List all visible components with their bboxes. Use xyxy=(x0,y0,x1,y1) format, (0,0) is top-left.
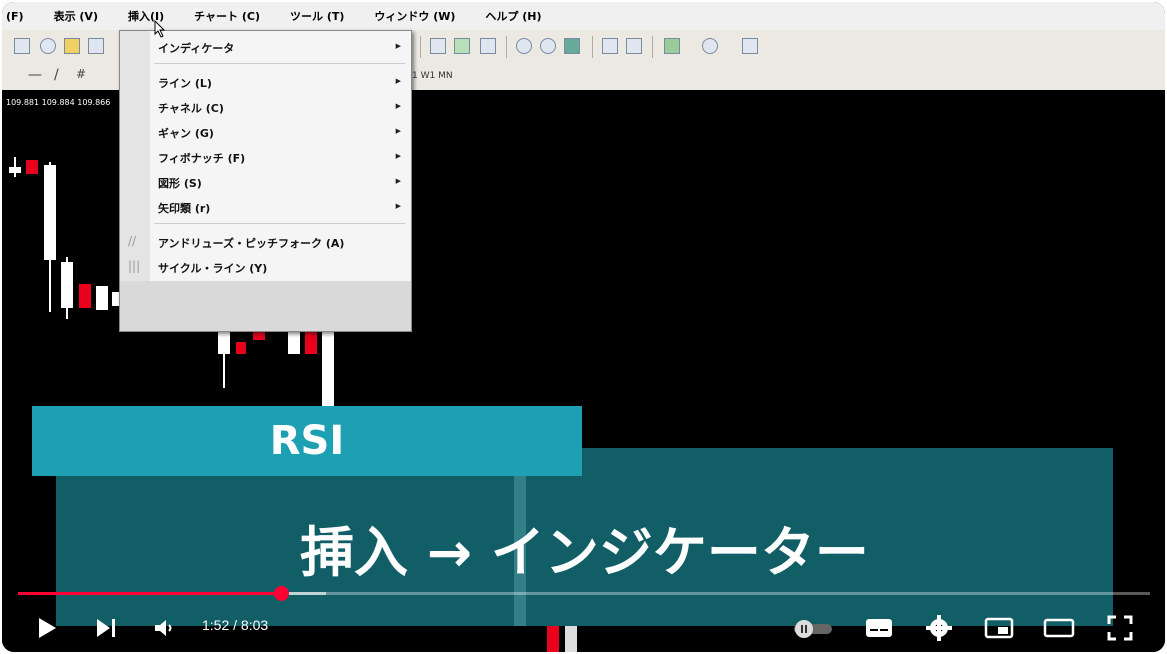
menu-item-fibonacci[interactable]: フィボナッチ (F) xyxy=(158,150,245,166)
menu-item-channels[interactable]: チャネル (C) xyxy=(158,100,224,116)
menu-item-lines[interactable]: ライン (L) xyxy=(158,75,212,91)
indicators-icon[interactable] xyxy=(664,38,680,54)
submenu-arrow-icon: ▶ xyxy=(395,102,401,110)
menu-tools[interactable]: ツール (T) xyxy=(290,8,344,24)
folder-icon[interactable] xyxy=(64,38,80,54)
bar-chart-icon[interactable] xyxy=(430,38,446,54)
zoom-in-icon[interactable] xyxy=(516,38,532,54)
gann-icon[interactable]: # xyxy=(76,67,86,81)
timeframe-buttons[interactable]: 1 W1 MN xyxy=(412,71,453,81)
submenu-arrow-icon: ▶ xyxy=(395,42,401,50)
autoscroll-icon[interactable] xyxy=(626,38,642,54)
candle xyxy=(44,165,56,260)
crosshair-icon[interactable] xyxy=(40,38,56,54)
candle xyxy=(96,286,108,310)
candle xyxy=(61,262,73,308)
pitchfork-icon: // xyxy=(128,234,137,248)
candle xyxy=(26,160,38,174)
tile-windows-icon[interactable] xyxy=(564,38,580,54)
scrubber-handle[interactable] xyxy=(274,586,289,601)
candle xyxy=(547,626,559,652)
submenu-arrow-icon: ▶ xyxy=(395,152,401,160)
templates-icon[interactable] xyxy=(742,38,758,54)
submenu-arrow-icon: ▶ xyxy=(395,177,401,185)
play-icon[interactable] xyxy=(36,616,58,640)
candle xyxy=(9,167,21,173)
zoom-out-icon[interactable] xyxy=(540,38,556,54)
price-labels: 109.881 109.884 109.866 xyxy=(6,98,111,107)
mouse-cursor-icon xyxy=(154,20,166,38)
candlestick-icon[interactable] xyxy=(454,38,470,54)
theater-mode-icon[interactable] xyxy=(1042,616,1076,640)
menu-bar: (F) 表示 (V) 挿入(I) チャート (C) ツール (T) ウィンドウ … xyxy=(2,2,1165,30)
settings-gear-icon[interactable] xyxy=(925,614,953,642)
menu-item-shapes[interactable]: 図形 (S) xyxy=(158,175,202,191)
progress-played xyxy=(18,592,281,595)
candle xyxy=(236,342,246,354)
window-icon[interactable] xyxy=(88,38,104,54)
menu-item-andrews-pitchfork[interactable]: アンドリューズ・ピッチフォーク (A) xyxy=(158,235,344,251)
subtitles-icon[interactable] xyxy=(864,616,894,640)
submenu-arrow-icon: ▶ xyxy=(395,77,401,85)
volume-icon[interactable] xyxy=(152,616,176,640)
candle xyxy=(565,626,577,652)
insert-menu-dropdown: インディケータ ▶ ライン (L) ▶ チャネル (C) ▶ ギャン (G) ▶… xyxy=(119,30,412,332)
new-chart-icon[interactable] xyxy=(14,38,30,54)
trendline-icon[interactable]: / xyxy=(54,67,59,83)
submenu-arrow-icon: ▶ xyxy=(395,127,401,135)
next-icon[interactable] xyxy=(94,616,118,640)
submenu-arrow-icon: ▶ xyxy=(395,202,401,210)
menu-chart[interactable]: チャート (C) xyxy=(194,8,260,24)
candle xyxy=(322,328,334,408)
cycle-lines-icon: ||| xyxy=(128,259,141,273)
menu-file[interactable]: (F) xyxy=(6,10,24,23)
chart-shift-icon[interactable] xyxy=(602,38,618,54)
menu-item-gann[interactable]: ギャン (G) xyxy=(158,125,214,141)
line-chart-icon[interactable] xyxy=(480,38,496,54)
periods-icon[interactable] xyxy=(702,38,718,54)
autoplay-toggle-icon[interactable] xyxy=(792,618,836,640)
menu-item-indicators[interactable]: インディケータ xyxy=(158,40,234,56)
miniplayer-icon[interactable] xyxy=(984,616,1014,640)
menu-view[interactable]: 表示 (V) xyxy=(54,8,98,24)
candle xyxy=(79,284,91,308)
title-text: RSI xyxy=(269,418,345,464)
menu-window[interactable]: ウィンドウ (W) xyxy=(374,8,455,24)
menu-item-cycle-lines[interactable]: サイクル・ライン (Y) xyxy=(158,260,267,276)
video-frame[interactable]: (F) 表示 (V) 挿入(I) チャート (C) ツール (T) ウィンドウ … xyxy=(2,2,1165,652)
menu-help[interactable]: ヘルプ (H) xyxy=(485,8,541,24)
horizontal-line-icon[interactable]: — xyxy=(28,67,42,83)
time-display: 1:52 / 8:03 xyxy=(202,617,269,633)
subtitle-text: 挿入 → インジケーター xyxy=(300,521,869,584)
fullscreen-icon[interactable] xyxy=(1106,614,1134,642)
menu-item-arrows[interactable]: 矢印類 (r) xyxy=(158,200,210,216)
title-banner: RSI xyxy=(32,406,582,476)
